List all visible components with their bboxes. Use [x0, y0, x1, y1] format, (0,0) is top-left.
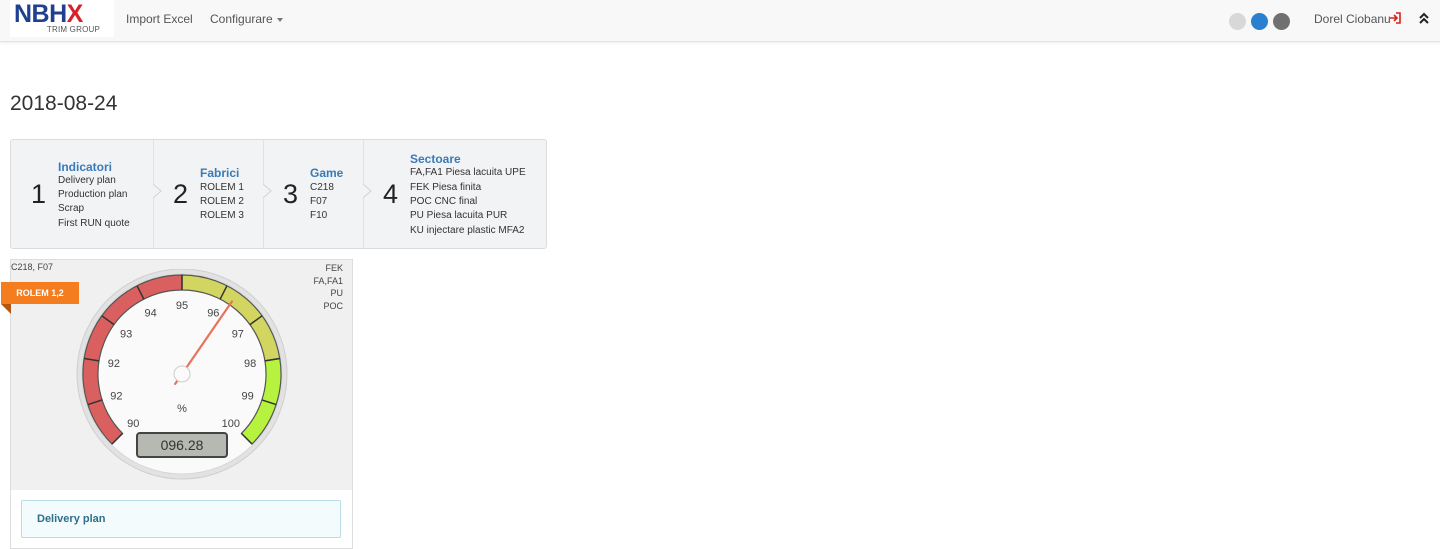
step-item: Scrap: [58, 203, 85, 214]
step-item: C218: [310, 182, 334, 193]
gauge-tick-label: 100: [222, 418, 240, 430]
delivery-plan-button[interactable]: Delivery plan: [21, 500, 341, 538]
theme-dot-dark[interactable]: [1273, 13, 1290, 30]
gauge-needle-hub: [173, 365, 191, 383]
brand-logo[interactable]: NBHX TRIM GROUP: [10, 0, 114, 37]
gauge-tick-label: 92: [110, 390, 122, 402]
filter-steps-bar: 1 Indicatori Delivery plan Production pl…: [10, 139, 547, 249]
step-item: ROLEM 1: [200, 182, 244, 193]
step-number: 2: [173, 179, 189, 209]
selected-game-label: C218, F07: [11, 262, 54, 272]
gauge-tick-label: 94: [145, 308, 157, 320]
gauge-tick-label: 90: [127, 418, 139, 430]
user-name-link[interactable]: Dorel Ciobanu: [1314, 12, 1391, 26]
step-title: Game: [310, 166, 344, 180]
step-number: 3: [283, 179, 299, 209]
selected-sectors-list: FEK FA,FA1 PU POC: [313, 262, 343, 312]
gauge-tick-label: 95: [176, 300, 188, 312]
page-title: 2018-08-24: [10, 92, 118, 115]
step-item: First RUN quote: [58, 218, 130, 229]
step-item: ROLEM 3: [200, 210, 244, 221]
step-item: FEK Piesa finita: [410, 182, 482, 193]
step-game[interactable]: 3 Game C218 F07 F10: [263, 140, 363, 248]
step-item: Production plan: [58, 189, 128, 200]
step-number: 1: [31, 179, 47, 209]
top-navbar: NBHX TRIM GROUP Import Excel Configurare…: [0, 0, 1440, 42]
nav-configurare-label: Configurare: [210, 12, 273, 26]
gauge-chart: 90 92 92 93 94 95 96 97 98 99 100% 096.28: [76, 269, 288, 480]
step-title: Sectoare: [410, 152, 461, 166]
step-title: Fabrici: [200, 166, 240, 180]
step-item: F10: [310, 210, 328, 221]
gauge-readout-value: 096.28: [161, 437, 204, 453]
gauge-tick-label: 98: [244, 358, 256, 370]
sign-out-icon[interactable]: [1389, 12, 1401, 24]
gauge-tick-label: 97: [232, 328, 244, 340]
gauge-unit-label: %: [177, 403, 187, 415]
step-item: F07: [310, 196, 328, 207]
factory-ribbon[interactable]: ROLEM 1,2: [1, 282, 79, 304]
theme-dot-light[interactable]: [1229, 13, 1246, 30]
step-item: ROLEM 2: [200, 196, 244, 207]
step-number: 4: [383, 179, 399, 209]
gauge-tick-label: 92: [108, 358, 120, 370]
step-item: POC CNC final: [410, 196, 478, 207]
theme-dot-blue[interactable]: [1251, 13, 1268, 30]
nav-import-excel[interactable]: Import Excel: [126, 12, 193, 26]
nav-configurare-dropdown[interactable]: Configurare: [210, 12, 283, 26]
brand-subtitle: TRIM GROUP: [46, 25, 100, 34]
ribbon-fold: [1, 304, 11, 314]
step-item: PU Piesa lacuita PUR: [410, 210, 508, 221]
gauge-tick-label: 93: [120, 328, 132, 340]
brand-logo-text: NBHX: [14, 0, 83, 28]
step-title: Indicatori: [58, 160, 113, 174]
gauge-panel: C218, F07 FEK FA,FA1 PU POC 90 92 92 93 94 95…: [1, 259, 353, 549]
step-item: KU injectare plastic MFA2: [410, 225, 525, 236]
gauge-tick-label: 96: [207, 308, 219, 320]
step-fabrici[interactable]: 2 Fabrici ROLEM 1 ROLEM 2 ROLEM 3: [153, 140, 263, 248]
double-chevron-up-icon[interactable]: [1418, 11, 1430, 25]
sector-label: PU: [330, 288, 343, 298]
step-item: Delivery plan: [58, 175, 116, 186]
sector-label: FEK: [325, 263, 343, 273]
sector-label: FA,FA1: [313, 275, 343, 286]
step-sectoare[interactable]: 4 Sectoare FA,FA1 Piesa lacuita UPE FEK …: [363, 140, 546, 248]
sector-label: POC: [323, 300, 343, 311]
caret-down-icon: [276, 17, 283, 22]
gauge-tick-label: 99: [241, 390, 253, 402]
step-item: FA,FA1 Piesa lacuita UPE: [410, 167, 526, 178]
step-indicatori[interactable]: 1 Indicatori Delivery plan Production pl…: [11, 140, 153, 248]
